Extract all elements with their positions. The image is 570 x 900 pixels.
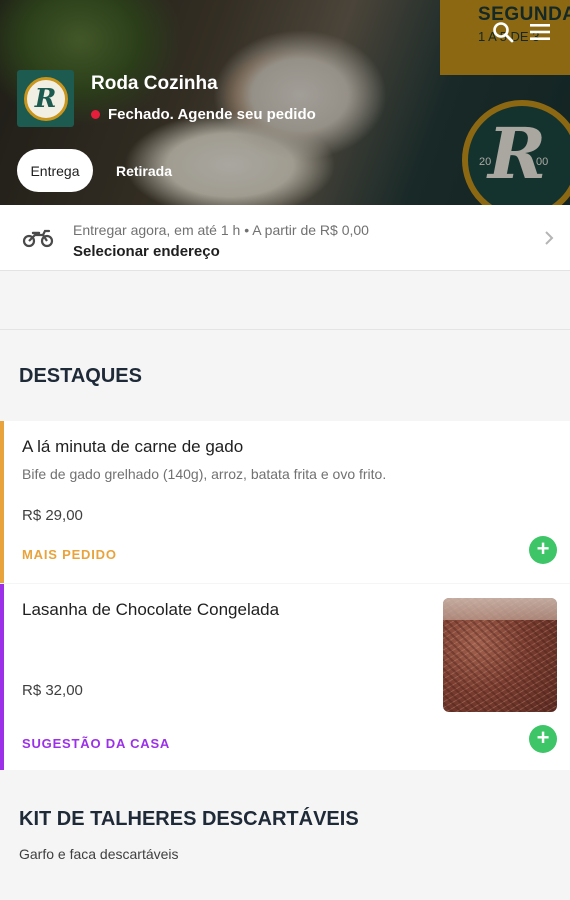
search-icon[interactable] (491, 20, 515, 44)
menu-item-price: R$ 32,00 (22, 682, 83, 699)
tab-entrega[interactable]: Entrega (17, 149, 93, 192)
section-title-destaques: DESTAQUES (19, 365, 142, 387)
menu-item-tag: SUGESTÃO DA CASA (22, 736, 171, 751)
photo-tray-rim (443, 598, 557, 620)
menu-item-title: Lasanha de Chocolate Congelada (22, 600, 280, 619)
menu-item-card[interactable]: Lasanha de Chocolate Congelada R$ 32,00 … (0, 584, 570, 770)
delivery-info: Entregar agora, em até 1 h • A partir de… (73, 222, 369, 238)
store-name: Roda Cozinha (91, 73, 218, 94)
section-subtitle-kit: Garfo e faca descartáveis (19, 846, 179, 862)
menu-item-card[interactable]: A lá minuta de carne de gado Bife de gad… (0, 421, 570, 583)
motorcycle-icon (22, 229, 54, 248)
menu-item-title: A lá minuta de carne de gado (22, 437, 244, 456)
add-item-button[interactable]: + (529, 536, 557, 564)
menu-icon[interactable] (528, 20, 552, 44)
menu-item-tag: MAIS PEDIDO (22, 547, 117, 562)
menu-item-price: R$ 29,00 (22, 507, 83, 524)
store-status: Fechado. Agende seu pedido (91, 106, 316, 123)
card-accent-bar (0, 421, 4, 583)
select-address-label: Selecionar endereço (73, 243, 220, 260)
status-dot-icon (91, 110, 100, 119)
chevron-right-icon (545, 231, 554, 245)
menu-item-description: Bife de gado grelhado (140g), arroz, bat… (22, 466, 387, 482)
section-title-kit: KIT DE TALHERES DESCARTÁVEIS (19, 808, 359, 830)
store-logo: R (17, 70, 74, 127)
add-item-button[interactable]: + (529, 725, 557, 753)
card-accent-bar (0, 584, 4, 770)
store-status-text: Fechado. Agende seu pedido (108, 106, 316, 123)
store-hero-banner: SEGUNDA 1 A 5 DE 3 R 20 00 R Roda Cozinh… (0, 0, 570, 205)
tab-retirada[interactable]: Retirada (103, 149, 185, 192)
section-divider (0, 329, 570, 330)
delivery-address-selector[interactable]: Entregar agora, em até 1 h • A partir de… (0, 205, 570, 271)
menu-item-photo[interactable] (443, 598, 557, 712)
store-logo-badge: R (23, 76, 68, 121)
